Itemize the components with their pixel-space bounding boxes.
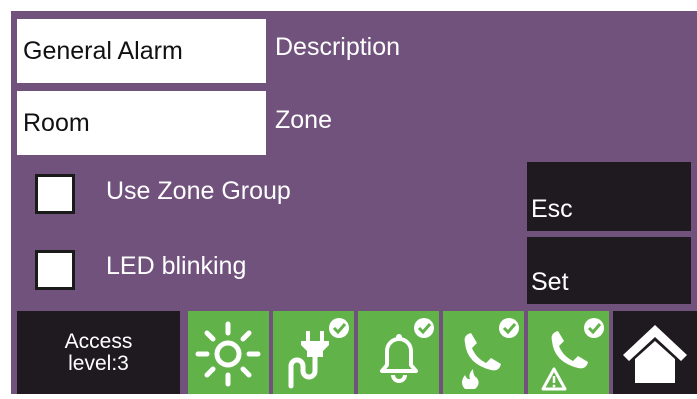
led-blinking-checkbox[interactable]	[35, 250, 75, 290]
access-level-button[interactable]: Access level:3	[17, 311, 180, 394]
zone-field[interactable]: Room	[17, 91, 266, 155]
status-fire-call[interactable]	[443, 311, 524, 394]
bell-icon	[380, 318, 434, 383]
phone-warning-icon	[541, 318, 604, 391]
status-power[interactable]	[273, 311, 354, 394]
led-blinking-label: LED blinking	[106, 252, 247, 280]
zone-value: Room	[23, 108, 90, 137]
bottom-bar: Access level:3	[11, 311, 697, 394]
use-zone-group-checkbox[interactable]	[35, 174, 75, 214]
esc-button[interactable]: Esc	[527, 162, 691, 231]
set-label: Set	[531, 268, 569, 296]
description-label: Description	[275, 33, 401, 61]
home-icon	[623, 325, 687, 383]
use-zone-group-label: Use Zone Group	[106, 177, 291, 205]
access-line1: Access	[64, 329, 133, 353]
status-alarm[interactable]	[358, 311, 439, 394]
access-line2: level:3	[68, 351, 129, 375]
description-field[interactable]: General Alarm	[17, 19, 266, 83]
phone-fire-icon	[462, 318, 519, 389]
power-plug-icon	[288, 318, 349, 389]
status-fault-call[interactable]	[528, 311, 609, 394]
zone-label: Zone	[275, 106, 332, 134]
set-button[interactable]: Set	[527, 237, 691, 304]
description-value: General Alarm	[23, 36, 183, 65]
esc-label: Esc	[531, 195, 573, 223]
screen: General Alarm Description Room Zone Use …	[11, 11, 697, 394]
sun-icon	[195, 321, 261, 387]
home-button[interactable]	[613, 311, 697, 394]
status-light[interactable]	[188, 311, 269, 394]
